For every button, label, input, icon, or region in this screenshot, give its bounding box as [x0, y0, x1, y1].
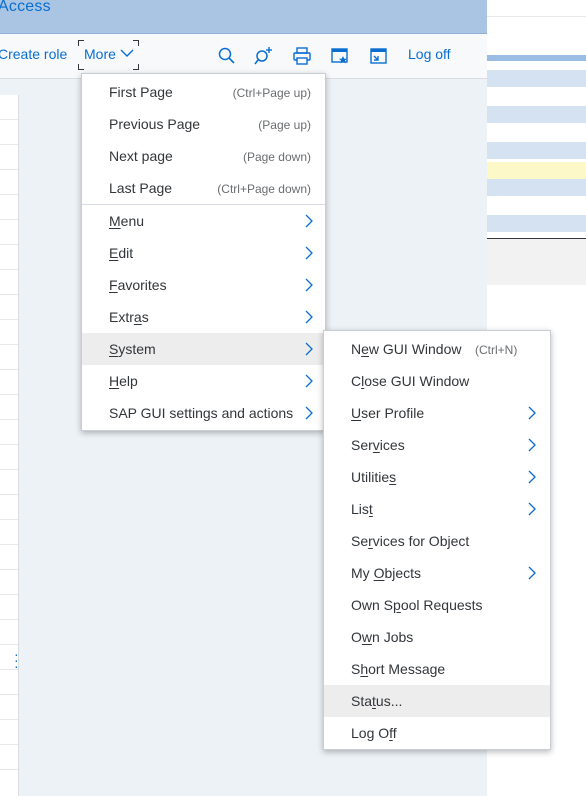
shortcut-icon[interactable] [368, 46, 388, 66]
more-button[interactable]: More [78, 40, 139, 70]
chevron-right-icon [305, 246, 313, 260]
menu-item-next-page[interactable]: Next page (Page down) [82, 140, 325, 172]
print-icon[interactable] [292, 46, 312, 66]
menu-item-last-page[interactable]: Last Page (Ctrl+Page down) [82, 172, 325, 204]
submenu-item-list[interactable]: List [324, 493, 550, 525]
menu-item-previous-page[interactable]: Previous Page (Page up) [82, 108, 325, 140]
chevron-right-icon [305, 310, 313, 324]
shortcut-hint: (Ctrl+Page down) [217, 182, 311, 196]
search-icon[interactable] [217, 46, 237, 66]
window-title: Access [0, 0, 51, 15]
chevron-right-icon [305, 342, 313, 356]
menu-item-first-page[interactable]: First Page (Ctrl+Page up) [82, 76, 325, 108]
shortcut-hint: (Page up) [258, 118, 311, 132]
submenu-item-close-gui-window[interactable]: Close GUI Window [324, 365, 550, 397]
find-next-icon[interactable] [254, 46, 274, 66]
chevron-right-icon [528, 406, 536, 420]
shortcut-hint: (Ctrl+Page up) [232, 86, 311, 100]
menu-item-edit[interactable]: Edit [82, 237, 325, 269]
menu-item-extras[interactable]: Extras [82, 301, 325, 333]
chevron-right-icon [305, 406, 313, 420]
more-dropdown-menu: First Page (Ctrl+Page up) Previous Page (Pa… [81, 73, 326, 431]
menu-item-system[interactable]: System [82, 333, 325, 365]
chevron-right-icon [528, 566, 536, 580]
submenu-item-own-jobs[interactable]: Own Jobs [324, 621, 550, 653]
menu-separator [82, 204, 325, 205]
splitter-handle[interactable]: · · · [14, 647, 19, 673]
create-role-button[interactable]: Create role [0, 46, 67, 62]
submenu-item-utilities[interactable]: Utilities [324, 461, 550, 493]
log-off-button[interactable]: Log off [408, 46, 451, 62]
more-button-label: More [84, 46, 116, 62]
left-panel: · · · [0, 95, 19, 796]
chevron-right-icon [305, 214, 313, 228]
chevron-right-icon [305, 278, 313, 292]
submenu-item-short-message[interactable]: Short Message [324, 653, 550, 685]
submenu-item-services[interactable]: Services [324, 429, 550, 461]
system-submenu: New GUI Window (Ctrl+N) Close GUI Window Us… [323, 330, 551, 750]
submenu-item-own-spool-requests[interactable]: Own Spool Requests [324, 589, 550, 621]
chevron-right-icon [528, 470, 536, 484]
shortcut-hint: (Page down) [242, 150, 311, 164]
new-window-icon[interactable] [330, 46, 350, 66]
chevron-right-icon [305, 374, 313, 388]
submenu-item-new-gui-window[interactable]: New GUI Window (Ctrl+N) [324, 333, 550, 365]
submenu-item-user-profile[interactable]: User Profile [324, 397, 550, 429]
submenu-item-status[interactable]: Status... [324, 685, 550, 717]
submenu-item-services-for-object[interactable]: Services for Object [324, 525, 550, 557]
menu-item-help[interactable]: Help [82, 365, 325, 397]
shortcut-hint: (Ctrl+N) [475, 343, 518, 357]
chevron-right-icon [528, 502, 536, 516]
menu-item-menu[interactable]: Menu [82, 205, 325, 237]
title-bar: Access [0, 0, 487, 34]
menu-item-favorites[interactable]: Favorites [82, 269, 325, 301]
submenu-item-my-objects[interactable]: My Objects [324, 557, 550, 589]
submenu-item-log-off[interactable]: Log Off [324, 717, 550, 749]
chevron-down-icon [120, 49, 134, 57]
chevron-right-icon [528, 438, 536, 452]
menu-item-sap-gui-settings-and-actions[interactable]: SAP GUI settings and actions [82, 397, 325, 429]
